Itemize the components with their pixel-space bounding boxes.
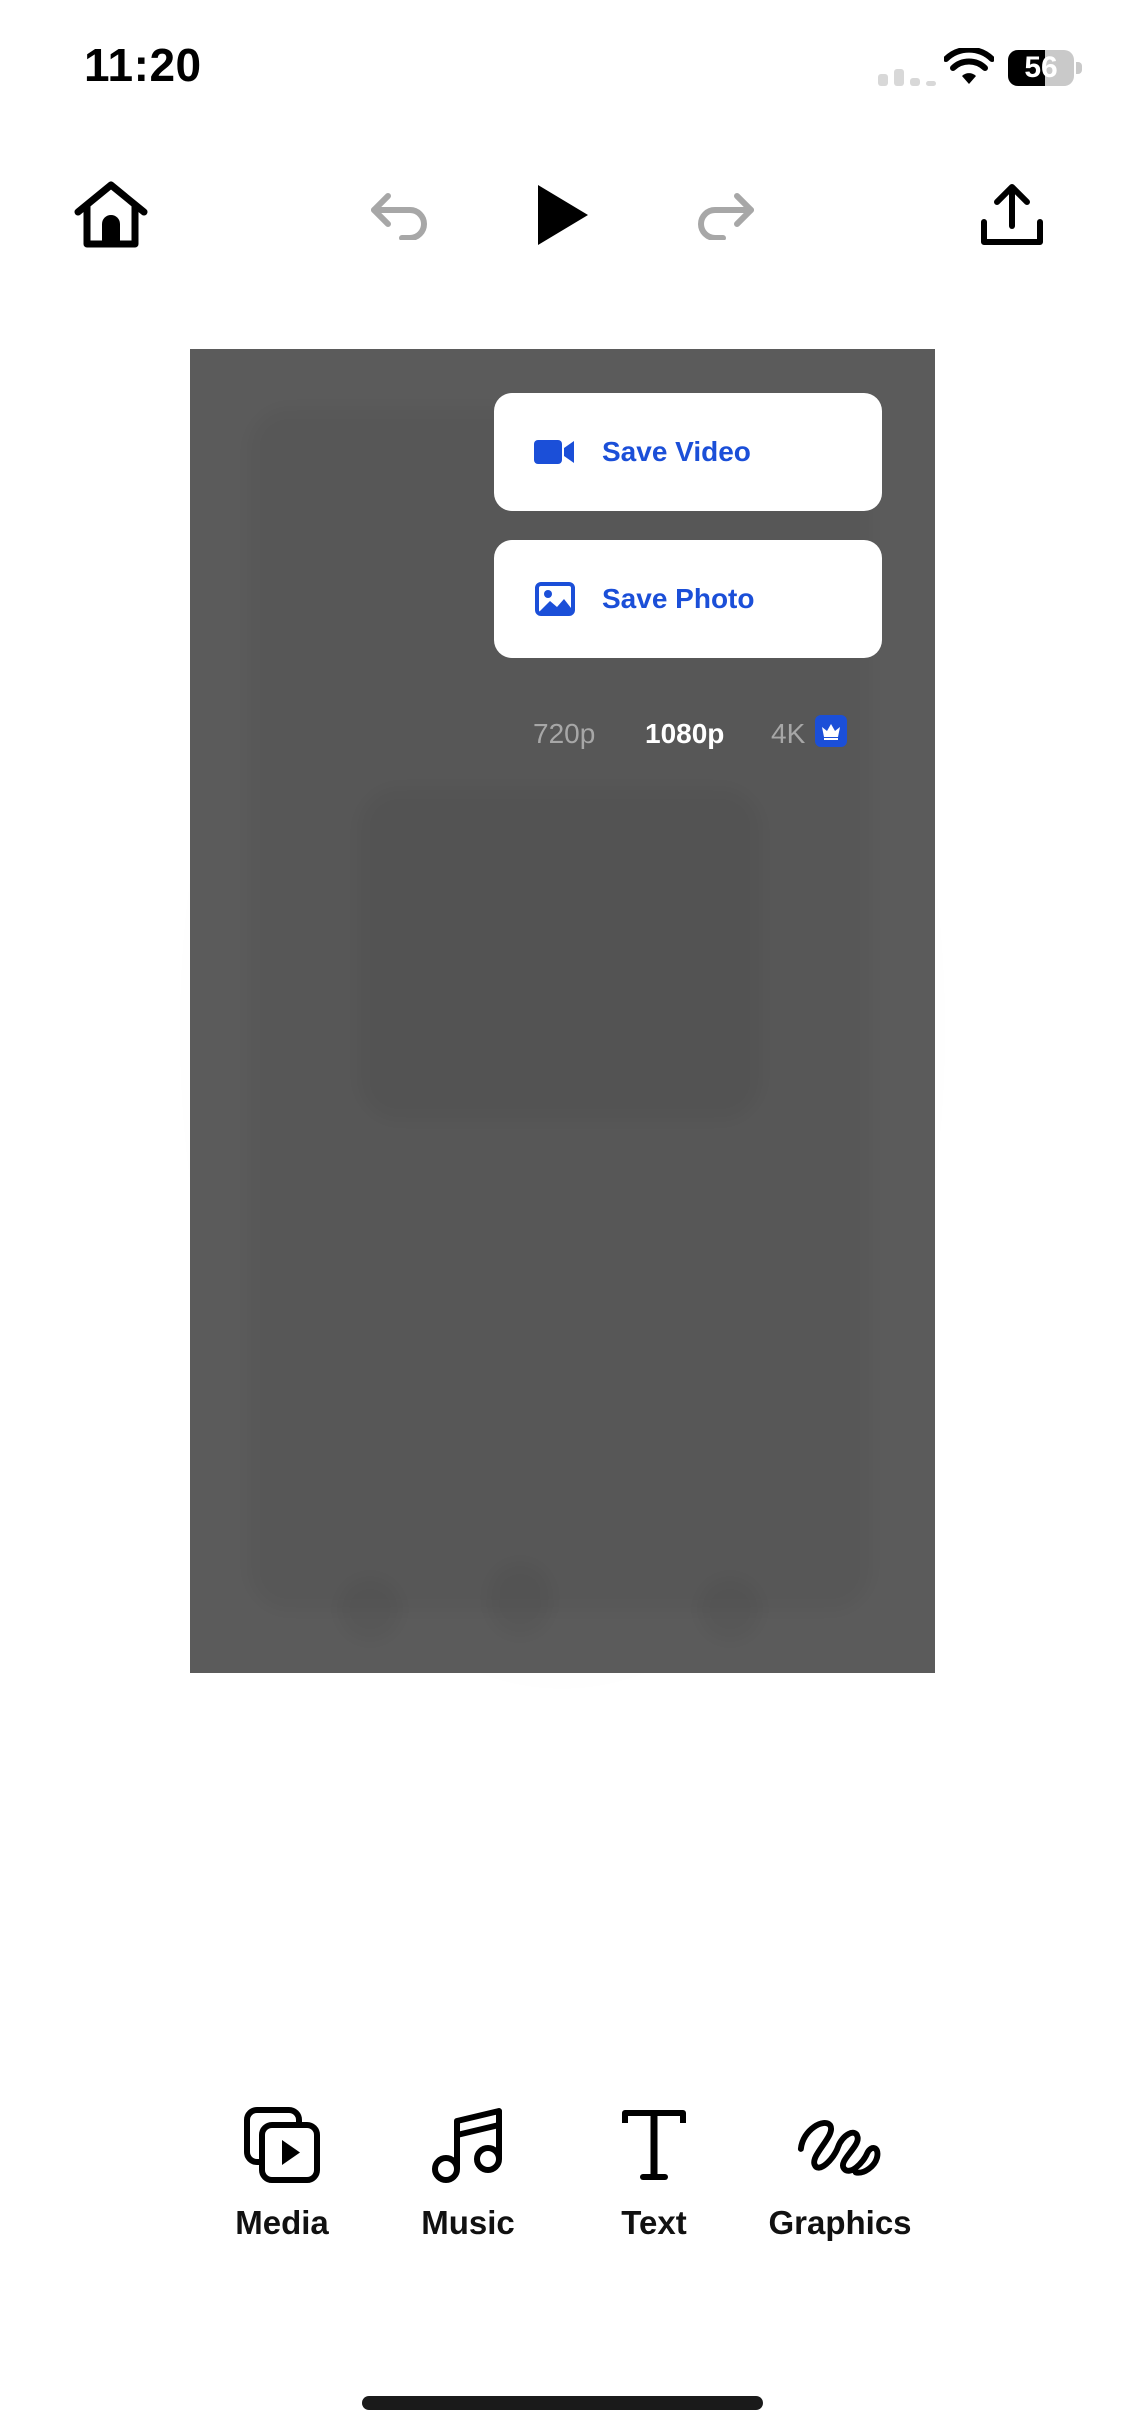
save-photo-label: Save Photo	[602, 583, 755, 614]
save-video-button[interactable]: Save Video	[494, 393, 882, 511]
tool-media[interactable]: Media	[197, 2100, 367, 2260]
signal-icon	[878, 69, 936, 86]
ghost-shape	[490, 1564, 550, 1634]
share-icon	[981, 184, 1043, 245]
preview-canvas: Save Video Save Photo 720p 1080p 4K	[190, 349, 935, 1673]
tool-music-label: Music	[421, 2204, 515, 2241]
tool-media-label: Media	[235, 2204, 329, 2241]
save-video-label: Save Video	[602, 436, 751, 467]
media-icon	[237, 2100, 327, 2190]
photo-icon	[534, 578, 576, 620]
share-button[interactable]	[967, 170, 1057, 260]
save-photo-button[interactable]: Save Photo	[494, 540, 882, 658]
home-indicator	[362, 2396, 763, 2410]
text-icon	[609, 2100, 699, 2190]
redo-icon	[698, 193, 754, 240]
undo-icon	[371, 193, 427, 240]
tool-graphics-label: Graphics	[768, 2204, 912, 2241]
battery-cap	[1076, 62, 1082, 74]
ghost-shape	[360, 789, 760, 1119]
battery-level: 56	[1024, 51, 1058, 84]
play-icon	[538, 185, 588, 245]
tool-text-label: Text	[621, 2204, 687, 2241]
home-icon	[74, 181, 148, 248]
crown-icon	[815, 715, 847, 747]
music-note-icon	[423, 2100, 513, 2190]
tool-graphics[interactable]: Graphics	[755, 2100, 925, 2260]
play-button[interactable]	[517, 170, 607, 260]
ghost-shape	[340, 1579, 400, 1639]
video-camera-icon	[534, 431, 576, 473]
undo-button[interactable]	[355, 170, 445, 260]
tool-music[interactable]: Music	[383, 2100, 553, 2260]
ghost-shape	[700, 1579, 760, 1639]
status-time: 11:20	[84, 39, 202, 91]
status-bar: 11:20 56	[0, 0, 1125, 140]
home-button[interactable]	[66, 170, 156, 260]
redo-button[interactable]	[680, 170, 770, 260]
tool-text[interactable]: Text	[569, 2100, 739, 2260]
wifi-icon	[944, 48, 994, 84]
battery-icon: 56	[1008, 50, 1074, 86]
resolution-720p[interactable]: 720p	[533, 714, 595, 754]
resolution-1080p[interactable]: 1080p	[645, 714, 724, 754]
graphics-icon	[795, 2100, 885, 2190]
resolution-4k[interactable]: 4K	[771, 714, 805, 754]
